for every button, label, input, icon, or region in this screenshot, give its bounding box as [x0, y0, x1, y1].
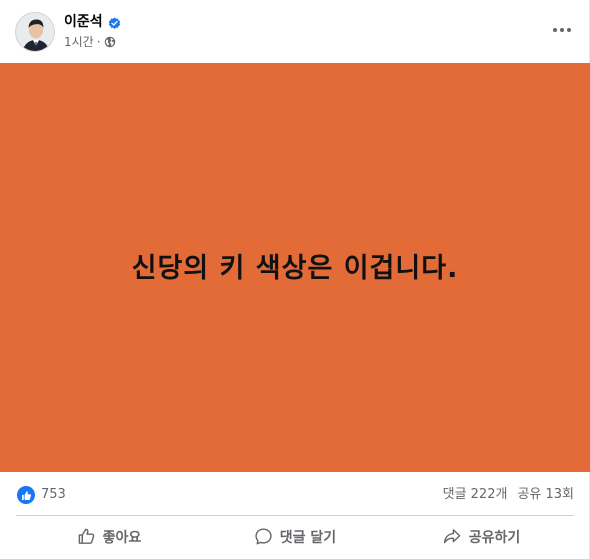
comment-button-label: 댓글 달기	[279, 529, 337, 546]
post-card: 이준석 1시간 · 신당의 키 색상은 이겁니다. 753 댓글 222개 공유…	[0, 0, 590, 559]
post-image[interactable]: 신당의 키 색상은 이겁니다.	[0, 63, 590, 472]
post-actions: 좋아요 댓글 달기 공유하기	[16, 518, 574, 555]
share-arrow-icon	[443, 529, 461, 544]
post-header: 이준석 1시간 ·	[0, 0, 590, 62]
like-button-label: 좋아요	[102, 529, 142, 546]
author-row: 이준석	[64, 11, 121, 31]
share-button[interactable]: 공유하기	[388, 518, 574, 555]
comment-count[interactable]: 댓글 222개	[443, 486, 508, 504]
meta-separator: ·	[96, 34, 101, 49]
globe-icon[interactable]	[104, 36, 116, 48]
author-avatar[interactable]	[15, 12, 55, 52]
more-options-icon-dot	[560, 28, 564, 32]
like-reaction-icon[interactable]	[17, 486, 35, 504]
avatar-portrait-icon	[16, 13, 54, 51]
reaction-count[interactable]: 753	[41, 486, 66, 504]
like-button[interactable]: 좋아요	[16, 518, 202, 555]
post-timestamp[interactable]: 1시간	[64, 33, 94, 50]
share-count[interactable]: 공유 13회	[517, 486, 574, 504]
post-image-caption: 신당의 키 색상은 이겁니다.	[131, 253, 459, 284]
author-name[interactable]: 이준석	[64, 11, 103, 31]
comment-bubble-icon	[255, 528, 272, 545]
post-meta: 1시간 ·	[64, 33, 116, 50]
post-stats: 753 댓글 222개 공유 13회	[0, 473, 590, 515]
share-button-label: 공유하기	[468, 529, 521, 546]
more-options-icon-dot	[567, 28, 571, 32]
engagement-counts: 댓글 222개 공유 13회	[443, 486, 574, 504]
verified-badge-icon	[108, 15, 121, 29]
action-divider	[16, 515, 574, 516]
thumbs-up-icon	[78, 528, 95, 544]
comment-button[interactable]: 댓글 달기	[202, 518, 388, 555]
more-options-icon	[553, 28, 557, 32]
more-options-button[interactable]	[548, 16, 576, 44]
